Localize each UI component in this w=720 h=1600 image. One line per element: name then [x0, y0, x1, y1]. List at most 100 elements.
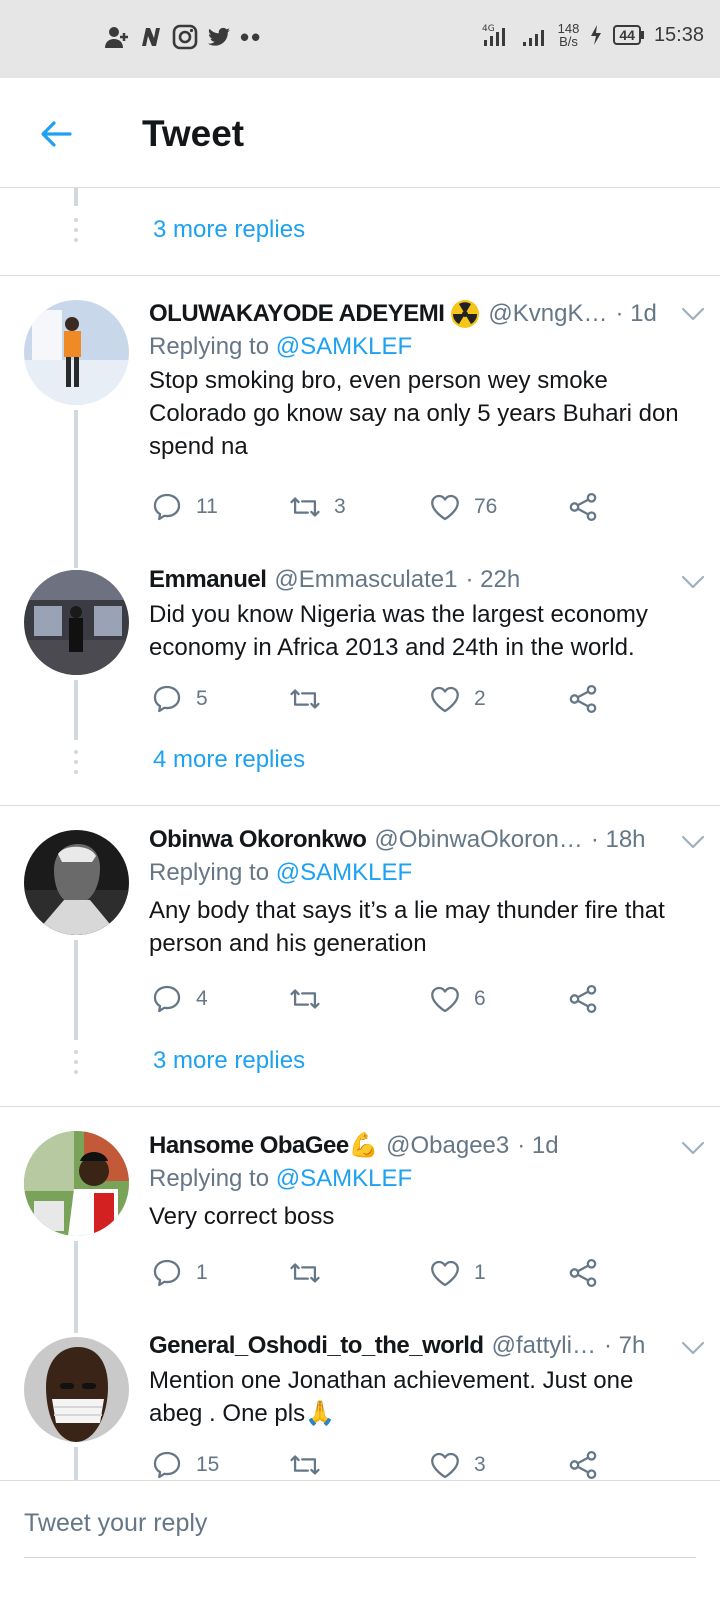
tweet-actions: 1 1 — [150, 1256, 610, 1296]
speed-unit: B/s — [559, 34, 578, 49]
share-button[interactable] — [566, 1256, 600, 1290]
charging-icon — [591, 25, 602, 45]
reply-icon — [150, 982, 184, 1016]
display-name[interactable]: Hansome ObaGee💪 — [149, 1130, 379, 1162]
back-arrow-icon[interactable] — [36, 114, 76, 154]
reply-count: 5 — [196, 687, 208, 710]
tweet-header: Emmanuel @Emmasculate1 · 22h — [149, 564, 694, 596]
share-icon — [566, 490, 600, 524]
tweet-header: General_Oshodi_to_the_world @fattyli… · … — [149, 1330, 694, 1362]
more-replies-link[interactable]: 4 more replies — [153, 746, 305, 774]
replying-to: Replying to @SAMKLEF — [149, 1162, 694, 1196]
display-name[interactable]: General_Oshodi_to_the_world — [149, 1330, 484, 1362]
avatar[interactable] — [24, 300, 129, 405]
thread-line — [74, 940, 78, 1040]
replying-to: Replying to @SAMKLEF — [149, 330, 694, 364]
tweet[interactable]: Obinwa Okoronkwo @ObinwaOkoron… · 18h Re… — [149, 824, 694, 960]
instagram-icon — [172, 24, 198, 50]
retweet-button[interactable] — [288, 982, 334, 1016]
share-icon — [566, 1256, 600, 1290]
like-button[interactable]: 3 — [428, 1448, 486, 1482]
like-count: 76 — [474, 495, 498, 518]
replying-prefix: Replying to — [149, 333, 270, 360]
battery-level: 44 — [613, 25, 641, 45]
reply-input-underline — [24, 1557, 696, 1558]
retweet-icon — [288, 1448, 322, 1482]
mention-link[interactable]: @SAMKLEF — [276, 1165, 412, 1192]
retweet-button[interactable] — [288, 1448, 334, 1482]
tweet-actions: 5 2 — [150, 682, 610, 722]
retweet-button[interactable] — [288, 1256, 334, 1290]
like-button[interactable]: 76 — [428, 490, 497, 524]
retweet-count: 3 — [334, 495, 346, 518]
tweet[interactable]: General_Oshodi_to_the_world @fattyli… · … — [149, 1330, 694, 1430]
tweet[interactable]: OLUWAKAYODE ADEYEMI @KvngK… · 1d Replyin… — [149, 298, 694, 463]
chevron-down-icon[interactable] — [680, 834, 706, 850]
thread-dots — [74, 1050, 78, 1080]
share-button[interactable] — [566, 1448, 600, 1482]
user-handle[interactable]: @Emmasculate1 — [274, 564, 457, 596]
tweet-text: Stop smoking bro, even person wey smoke … — [149, 367, 679, 460]
share-button[interactable] — [566, 982, 600, 1016]
reply-icon — [150, 490, 184, 524]
avatar[interactable] — [24, 1337, 129, 1442]
user-handle[interactable]: @Obagee3 — [386, 1130, 509, 1162]
tweet-text: Any body that says it’s a lie may thunde… — [149, 897, 665, 957]
reply-button[interactable]: 11 — [150, 490, 218, 524]
chevron-down-icon[interactable] — [680, 574, 706, 590]
replying-prefix: Replying to — [149, 859, 270, 886]
reply-input[interactable]: Tweet your reply — [24, 1509, 207, 1538]
timestamp: · 7h — [603, 1332, 646, 1359]
share-button[interactable] — [566, 682, 600, 716]
retweet-icon — [288, 682, 322, 716]
retweet-button[interactable] — [288, 682, 334, 716]
tweet-actions: 4 6 — [150, 982, 610, 1022]
user-handle[interactable]: @fattyli… — [492, 1330, 596, 1362]
mention-link[interactable]: @SAMKLEF — [276, 333, 412, 360]
share-icon — [566, 1448, 600, 1482]
share-button[interactable] — [566, 490, 600, 524]
reply-icon — [150, 1448, 184, 1482]
tweet[interactable]: Hansome ObaGee💪 @Obagee3 · 1d Replying t… — [149, 1130, 694, 1233]
divider — [0, 275, 720, 276]
thread-line — [74, 410, 78, 568]
like-button[interactable]: 6 — [428, 982, 486, 1016]
like-button[interactable]: 2 — [428, 682, 486, 716]
more-dots-icon: •• — [240, 22, 263, 52]
avatar[interactable] — [24, 830, 129, 935]
retweet-icon — [288, 490, 322, 524]
like-icon — [428, 682, 462, 716]
chevron-down-icon[interactable] — [680, 1140, 706, 1156]
thread-dots — [74, 218, 78, 248]
network-speed: 148 B/s — [558, 22, 580, 48]
like-icon — [428, 1256, 462, 1290]
chevron-down-icon[interactable] — [680, 306, 706, 322]
reply-button[interactable]: 5 — [150, 682, 208, 716]
chevron-down-icon[interactable] — [680, 1340, 706, 1356]
reply-button[interactable]: 15 — [150, 1448, 219, 1482]
tweet-header: Obinwa Okoronkwo @ObinwaOkoron… · 18h — [149, 824, 694, 856]
reply-button[interactable]: 1 — [150, 1256, 208, 1290]
more-replies-link[interactable]: 3 more replies — [153, 1047, 305, 1075]
retweet-icon — [288, 982, 322, 1016]
retweet-button[interactable]: 3 — [288, 490, 346, 524]
user-handle[interactable]: @ObinwaOkoron… — [374, 824, 582, 856]
tweet-header: OLUWAKAYODE ADEYEMI @KvngK… · 1d — [149, 298, 694, 330]
reply-button[interactable]: 4 — [150, 982, 208, 1016]
thread-line — [74, 680, 78, 740]
tweet[interactable]: Emmanuel @Emmasculate1 · 22h Did you kno… — [149, 564, 694, 664]
avatar[interactable] — [24, 570, 129, 675]
network-label: 4G — [482, 24, 495, 34]
like-button[interactable]: 1 — [428, 1256, 486, 1290]
user-handle[interactable]: @KvngK… — [488, 298, 607, 330]
like-icon — [428, 490, 462, 524]
more-replies-link[interactable]: 3 more replies — [153, 216, 305, 244]
display-name[interactable]: Obinwa Okoronkwo — [149, 824, 367, 856]
mention-link[interactable]: @SAMKLEF — [276, 859, 412, 886]
display-name[interactable]: Emmanuel — [149, 564, 267, 596]
timestamp: · 1d — [517, 1132, 559, 1159]
avatar[interactable] — [24, 1131, 129, 1236]
app-header: Tweet — [0, 78, 720, 188]
reply-composer: Tweet your reply — [0, 1480, 720, 1600]
display-name[interactable]: OLUWAKAYODE ADEYEMI — [149, 298, 445, 330]
